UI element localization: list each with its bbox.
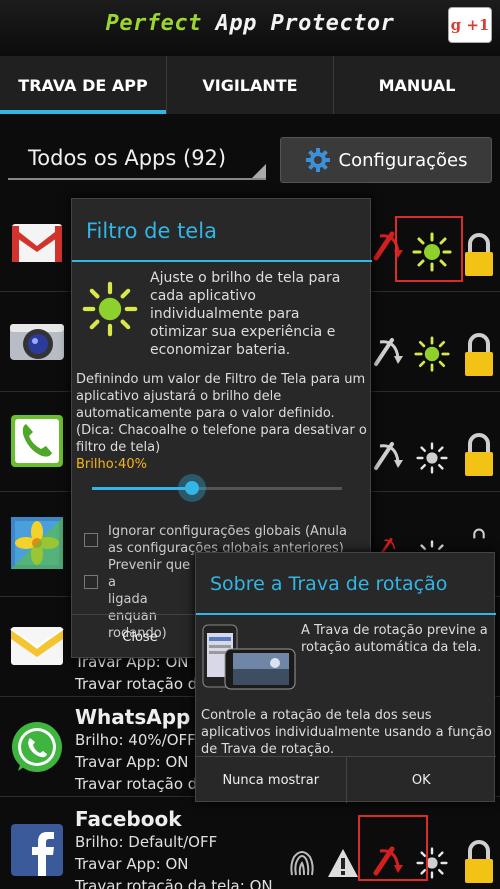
dialog-divider <box>196 613 496 615</box>
brightness-icon <box>82 281 138 337</box>
slider-fill <box>92 487 192 490</box>
lock-icon[interactable] <box>464 432 494 478</box>
prevent-checkbox[interactable] <box>84 575 98 589</box>
app-filter-dropdown[interactable]: Todos os Apps (92) <box>8 140 266 180</box>
gmail-icon <box>12 224 62 262</box>
camera-icon <box>10 324 64 360</box>
close-button[interactable]: Close <box>72 615 208 659</box>
lock-icon[interactable] <box>464 332 494 378</box>
tab-manual[interactable]: MANUAL <box>334 56 500 114</box>
ignore-global-checkbox[interactable] <box>84 533 98 547</box>
facebook-icon <box>11 824 63 876</box>
slider-thumb[interactable] <box>178 474 206 502</box>
dialog-intro: A Trava de rotação previne a rotação aut… <box>301 623 488 655</box>
lock-icon[interactable] <box>464 528 494 552</box>
tab-watcher[interactable]: VIGILANTE <box>167 56 334 114</box>
app-info-whatsapp: WhatsApp Brilho: 40%/OFF Travar App: ON … <box>75 705 207 793</box>
phones-rotation-image <box>202 624 296 690</box>
rotation-lock-dialog: Sobre a Trava de rotação A Trava de rota… <box>195 552 496 803</box>
title-bar: Perfect App Protector g +1 <box>0 0 500 52</box>
app-name: WhatsApp <box>75 705 191 729</box>
dialog-title: Sobre a Trava de rotação <box>210 573 448 595</box>
whatsapp-icon <box>12 722 62 772</box>
google-plus-button[interactable]: g +1 <box>448 7 492 43</box>
rotation-unlocked-icon[interactable] <box>372 334 408 370</box>
lock-icon[interactable] <box>464 839 494 885</box>
lock-icon[interactable] <box>464 232 494 278</box>
email-icon <box>10 627 64 665</box>
fingerprint-icon[interactable] <box>286 845 318 881</box>
tab-app-lock[interactable]: TRAVA DE APP <box>0 56 167 114</box>
dialog-body: Controle a rotação de tela dos seus apli… <box>201 708 492 757</box>
warning-icon[interactable] <box>326 847 360 879</box>
gallery-icon <box>11 517 63 569</box>
gear-icon <box>305 148 330 172</box>
app-info-facebook: Facebook Brilho: Default/OFF Travar App:… <box>75 807 273 889</box>
dialog-title: Filtro de tela <box>86 219 217 243</box>
app-name: Facebook <box>75 807 182 831</box>
settings-button[interactable]: Configurações <box>280 137 492 183</box>
dropdown-corner-icon <box>252 164 266 178</box>
rotation-unlocked-icon[interactable] <box>372 438 408 474</box>
brightness-slider[interactable] <box>92 474 342 502</box>
highlight-box <box>358 815 428 881</box>
brightness-icon[interactable] <box>414 336 450 372</box>
dialog-divider <box>72 260 372 262</box>
dialog-footer: Nunca mostrar OK <box>196 756 496 803</box>
phone-icon <box>11 415 63 467</box>
brightness-label: Brilho:40% <box>76 457 147 472</box>
never-show-button[interactable]: Nunca mostrar <box>196 757 347 803</box>
app-filter-label: Todos os Apps (92) <box>28 146 227 170</box>
app-title: Perfect App Protector <box>105 11 395 36</box>
ok-button[interactable]: OK <box>347 757 497 803</box>
brightness-icon[interactable] <box>416 442 448 474</box>
dialog-intro: Ajuste o brilho de tela para cada aplica… <box>150 270 341 358</box>
settings-label: Configurações <box>338 149 468 171</box>
dialog-body: Definindo um valor de Filtro de Tela par… <box>76 372 367 455</box>
highlight-box <box>395 216 463 282</box>
tab-bar: TRAVA DE APP VIGILANTE MANUAL <box>0 56 500 114</box>
